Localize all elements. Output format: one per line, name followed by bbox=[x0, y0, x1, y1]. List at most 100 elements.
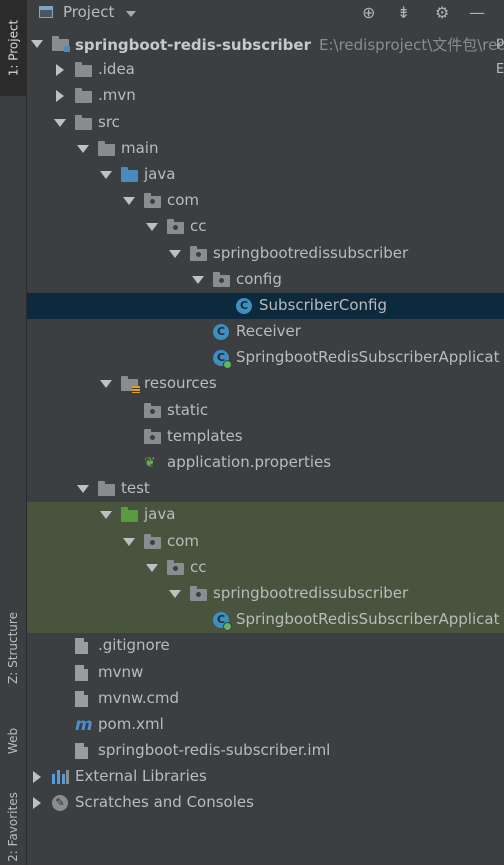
tree-item-text: cc bbox=[190, 217, 207, 236]
file-icon bbox=[75, 664, 88, 681]
expanded-arrow-icon[interactable] bbox=[146, 223, 158, 232]
tree-item-text: springbootredissubscriber bbox=[213, 583, 409, 602]
expanded-arrow-icon[interactable] bbox=[169, 589, 181, 598]
tree-item-label: application.properties bbox=[167, 453, 331, 471]
project-tree: springboot-redis-subscriber E:\redisproje… bbox=[27, 31, 504, 817]
tree-row[interactable]: mvnw bbox=[27, 660, 504, 686]
tree-item-text: .gitignore bbox=[98, 636, 170, 655]
tab-favorites[interactable]: 2: Favorites bbox=[0, 788, 26, 865]
collapse-icon[interactable]: ⇟ bbox=[397, 3, 410, 22]
file-icon bbox=[75, 743, 88, 760]
tree-row[interactable]: cc bbox=[27, 214, 504, 240]
tree-item-text: pom.xml bbox=[98, 714, 164, 733]
tree-row[interactable]: springbootredissubscriber bbox=[27, 580, 504, 608]
tab-structure[interactable]: Z: Structure bbox=[0, 596, 26, 700]
tree-item-label: Receiver bbox=[236, 322, 301, 340]
collapsed-arrow-icon[interactable] bbox=[33, 797, 41, 810]
tree-row[interactable]: C SpringbootRedisSubscriberApplicat bbox=[27, 345, 504, 371]
expanded-arrow-icon[interactable] bbox=[146, 563, 158, 572]
tree-row[interactable]: .mvn bbox=[27, 83, 504, 109]
tree-row[interactable]: C Receiver bbox=[27, 319, 504, 345]
test-folder-icon bbox=[121, 507, 138, 523]
collapsed-arrow-icon[interactable] bbox=[33, 771, 41, 784]
tree-row[interactable]: src bbox=[27, 110, 504, 136]
tree-row[interactable]: com bbox=[27, 188, 504, 214]
tree-row[interactable]: cc bbox=[27, 554, 504, 581]
tree-row[interactable]: m pom.xml bbox=[27, 712, 504, 738]
tree-row[interactable]: .gitignore bbox=[27, 633, 504, 659]
tree-item-text: main bbox=[121, 138, 159, 157]
expanded-arrow-icon[interactable] bbox=[77, 144, 89, 153]
tree-item-label: SpringbootRedisSubscriberApplicat bbox=[236, 610, 499, 628]
expanded-arrow-icon[interactable] bbox=[169, 249, 181, 258]
minimize-icon[interactable]: — bbox=[469, 3, 485, 22]
tree-row[interactable]: static bbox=[27, 398, 504, 424]
expanded-arrow-icon[interactable] bbox=[100, 380, 112, 389]
tab-web[interactable]: Web bbox=[0, 712, 26, 770]
module-path: E:\redisproject\文件包\redis bbox=[318, 36, 504, 54]
tree-item-text: springboot-redis-subscriber bbox=[75, 36, 311, 54]
expanded-arrow-icon[interactable] bbox=[123, 197, 135, 206]
tree-item-label: test bbox=[121, 479, 150, 497]
right-edge-peek: p E bbox=[496, 35, 504, 77]
tab-web-label: Web bbox=[6, 727, 21, 755]
tree-item-label: config bbox=[236, 270, 282, 288]
tree-row[interactable]: ❦ application.properties bbox=[27, 450, 504, 476]
tree-item-text: .idea bbox=[98, 60, 135, 79]
tree-item-text: java bbox=[144, 505, 176, 524]
collapsed-arrow-icon[interactable] bbox=[56, 90, 64, 103]
tree-row[interactable]: com bbox=[27, 528, 504, 555]
peek-char: E bbox=[496, 62, 504, 77]
class-icon: C bbox=[236, 297, 252, 314]
tree-item-label: java bbox=[144, 505, 175, 523]
tree-item-label: main bbox=[121, 139, 158, 157]
tree-item-text: Receiver bbox=[236, 322, 301, 341]
tree-row[interactable]: External Libraries bbox=[27, 764, 504, 790]
tree-row[interactable]: java bbox=[27, 502, 504, 529]
file-icon bbox=[75, 638, 88, 655]
expanded-arrow-icon[interactable] bbox=[31, 40, 43, 48]
tree-row[interactable]: java bbox=[27, 162, 504, 188]
maven-icon: m bbox=[75, 714, 93, 735]
tree-item-label: Scratches and Consoles bbox=[75, 793, 254, 811]
tree-item-label: springbootredissubscriber bbox=[213, 584, 408, 602]
peek-char: p bbox=[496, 35, 504, 50]
expanded-arrow-icon[interactable] bbox=[192, 275, 204, 284]
tree-row[interactable]: config bbox=[27, 267, 504, 293]
tree-item-label: springboot-redis-subscriber E:\redisproje… bbox=[75, 34, 504, 55]
window-icon bbox=[39, 6, 53, 18]
expanded-arrow-icon[interactable] bbox=[54, 118, 66, 127]
tab-project[interactable]: 1: Project bbox=[0, 0, 26, 96]
tree-row[interactable]: C SpringbootRedisSubscriberApplicat bbox=[27, 607, 504, 634]
expanded-arrow-icon[interactable] bbox=[77, 485, 89, 494]
tree-item-text: templates bbox=[167, 426, 243, 445]
crosshair-icon[interactable]: ⊕ bbox=[362, 3, 375, 22]
tree-item-text: SpringbootRedisSubscriberApplicat bbox=[236, 348, 500, 367]
tree-item-label: .mvn bbox=[98, 86, 136, 104]
chevron-down-icon[interactable] bbox=[126, 11, 136, 17]
gear-icon[interactable]: ⚙ bbox=[435, 3, 449, 22]
tree-row[interactable]: C SubscriberConfig bbox=[27, 292, 504, 320]
tree-row[interactable]: ✎ Scratches and Consoles bbox=[27, 790, 504, 816]
tree-item-label: mvnw bbox=[98, 663, 143, 681]
collapsed-arrow-icon[interactable] bbox=[56, 64, 64, 77]
tree-row[interactable]: springboot-redis-subscriber E:\redisproje… bbox=[27, 31, 504, 57]
tree-row[interactable]: .idea bbox=[27, 57, 504, 83]
package-icon bbox=[167, 559, 184, 575]
folder-icon bbox=[98, 140, 115, 156]
tree-row[interactable]: springboot-redis-subscriber.iml bbox=[27, 738, 504, 764]
project-view-selector[interactable]: Project bbox=[63, 3, 114, 21]
tree-row[interactable]: test bbox=[27, 476, 504, 502]
expanded-arrow-icon[interactable] bbox=[100, 170, 112, 179]
expanded-arrow-icon[interactable] bbox=[100, 511, 112, 520]
tree-row[interactable]: springbootredissubscriber bbox=[27, 241, 504, 267]
tree-row[interactable]: templates bbox=[27, 424, 504, 450]
tree-row[interactable]: main bbox=[27, 136, 504, 162]
folder-icon bbox=[75, 114, 92, 130]
expanded-arrow-icon[interactable] bbox=[123, 537, 135, 546]
tree-row[interactable]: mvnw.cmd bbox=[27, 686, 504, 712]
runnable-class-icon: C bbox=[213, 350, 232, 370]
scratches-icon: ✎ bbox=[52, 795, 68, 812]
tree-item-label: pom.xml bbox=[98, 715, 164, 733]
tree-row[interactable]: resources bbox=[27, 371, 504, 397]
